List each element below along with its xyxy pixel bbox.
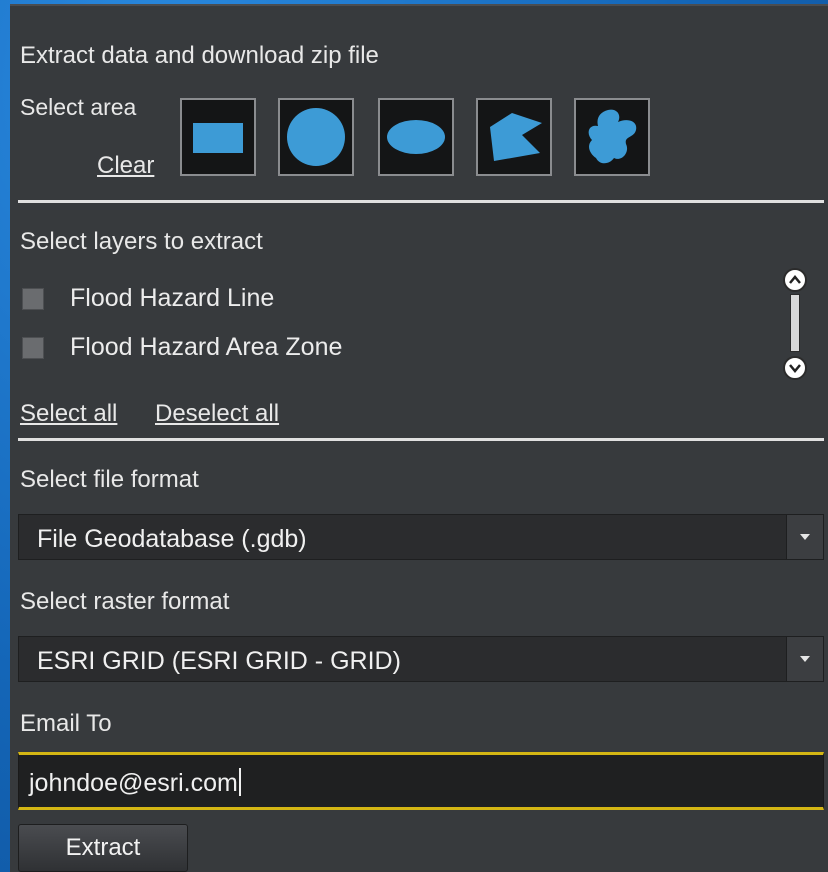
circle-icon: [287, 108, 345, 166]
draw-freehand-polygon-button[interactable]: [574, 98, 650, 176]
extract-data-panel: Extract data and download zip file Selec…: [10, 4, 828, 872]
divider: [18, 200, 824, 203]
chevron-down-icon: [800, 534, 810, 540]
chevron-up-icon: [789, 275, 801, 284]
panel-title: Extract data and download zip file: [20, 42, 379, 69]
layer-item[interactable]: Flood Hazard Line: [22, 284, 274, 313]
text-caret: [238, 768, 241, 796]
email-value: johndoe@esri.com: [29, 768, 241, 798]
deselect-all-link[interactable]: Deselect all: [155, 400, 279, 428]
clear-link[interactable]: Clear: [97, 152, 154, 180]
chevron-down-icon: [800, 656, 810, 662]
file-format-value: File Geodatabase (.gdb): [37, 525, 307, 553]
ellipse-icon: [387, 120, 445, 154]
scrollbar-track[interactable]: [790, 294, 800, 352]
file-format-select[interactable]: File Geodatabase (.gdb): [18, 514, 824, 560]
email-field[interactable]: johndoe@esri.com: [18, 752, 824, 810]
select-all-link[interactable]: Select all: [20, 400, 117, 428]
layer-label: Flood Hazard Area Zone: [70, 333, 343, 361]
raster-format-select[interactable]: ESRI GRID (ESRI GRID - GRID): [18, 636, 824, 682]
raster-format-value: ESRI GRID (ESRI GRID - GRID): [37, 647, 401, 675]
scroll-down-button[interactable]: [783, 356, 807, 380]
layer-label: Flood Hazard Line: [70, 284, 275, 312]
select-layers-label: Select layers to extract: [20, 228, 263, 255]
layer-checkbox[interactable]: [22, 336, 44, 359]
polygon-icon: [490, 113, 542, 161]
draw-polygon-button[interactable]: [476, 98, 552, 176]
raster-format-label: Select raster format: [20, 588, 230, 615]
file-format-label: Select file format: [20, 466, 199, 493]
layer-item[interactable]: Flood Hazard Area Zone: [22, 333, 342, 362]
chevron-down-icon: [789, 364, 801, 373]
draw-rectangle-button[interactable]: [180, 98, 256, 176]
divider: [18, 438, 824, 441]
rectangle-icon: [193, 123, 243, 153]
layer-checkbox[interactable]: [22, 287, 44, 310]
extract-button[interactable]: Extract: [18, 824, 188, 872]
scroll-up-button[interactable]: [783, 268, 807, 292]
email-to-label: Email To: [20, 710, 112, 737]
draw-ellipse-button[interactable]: [378, 98, 454, 176]
dropdown-toggle[interactable]: [786, 515, 823, 559]
draw-circle-button[interactable]: [278, 98, 354, 176]
panel-top-edge: [10, 4, 828, 6]
freehand-polygon-icon: [588, 109, 637, 164]
select-area-label: Select area: [20, 94, 137, 120]
dropdown-toggle[interactable]: [786, 637, 823, 681]
